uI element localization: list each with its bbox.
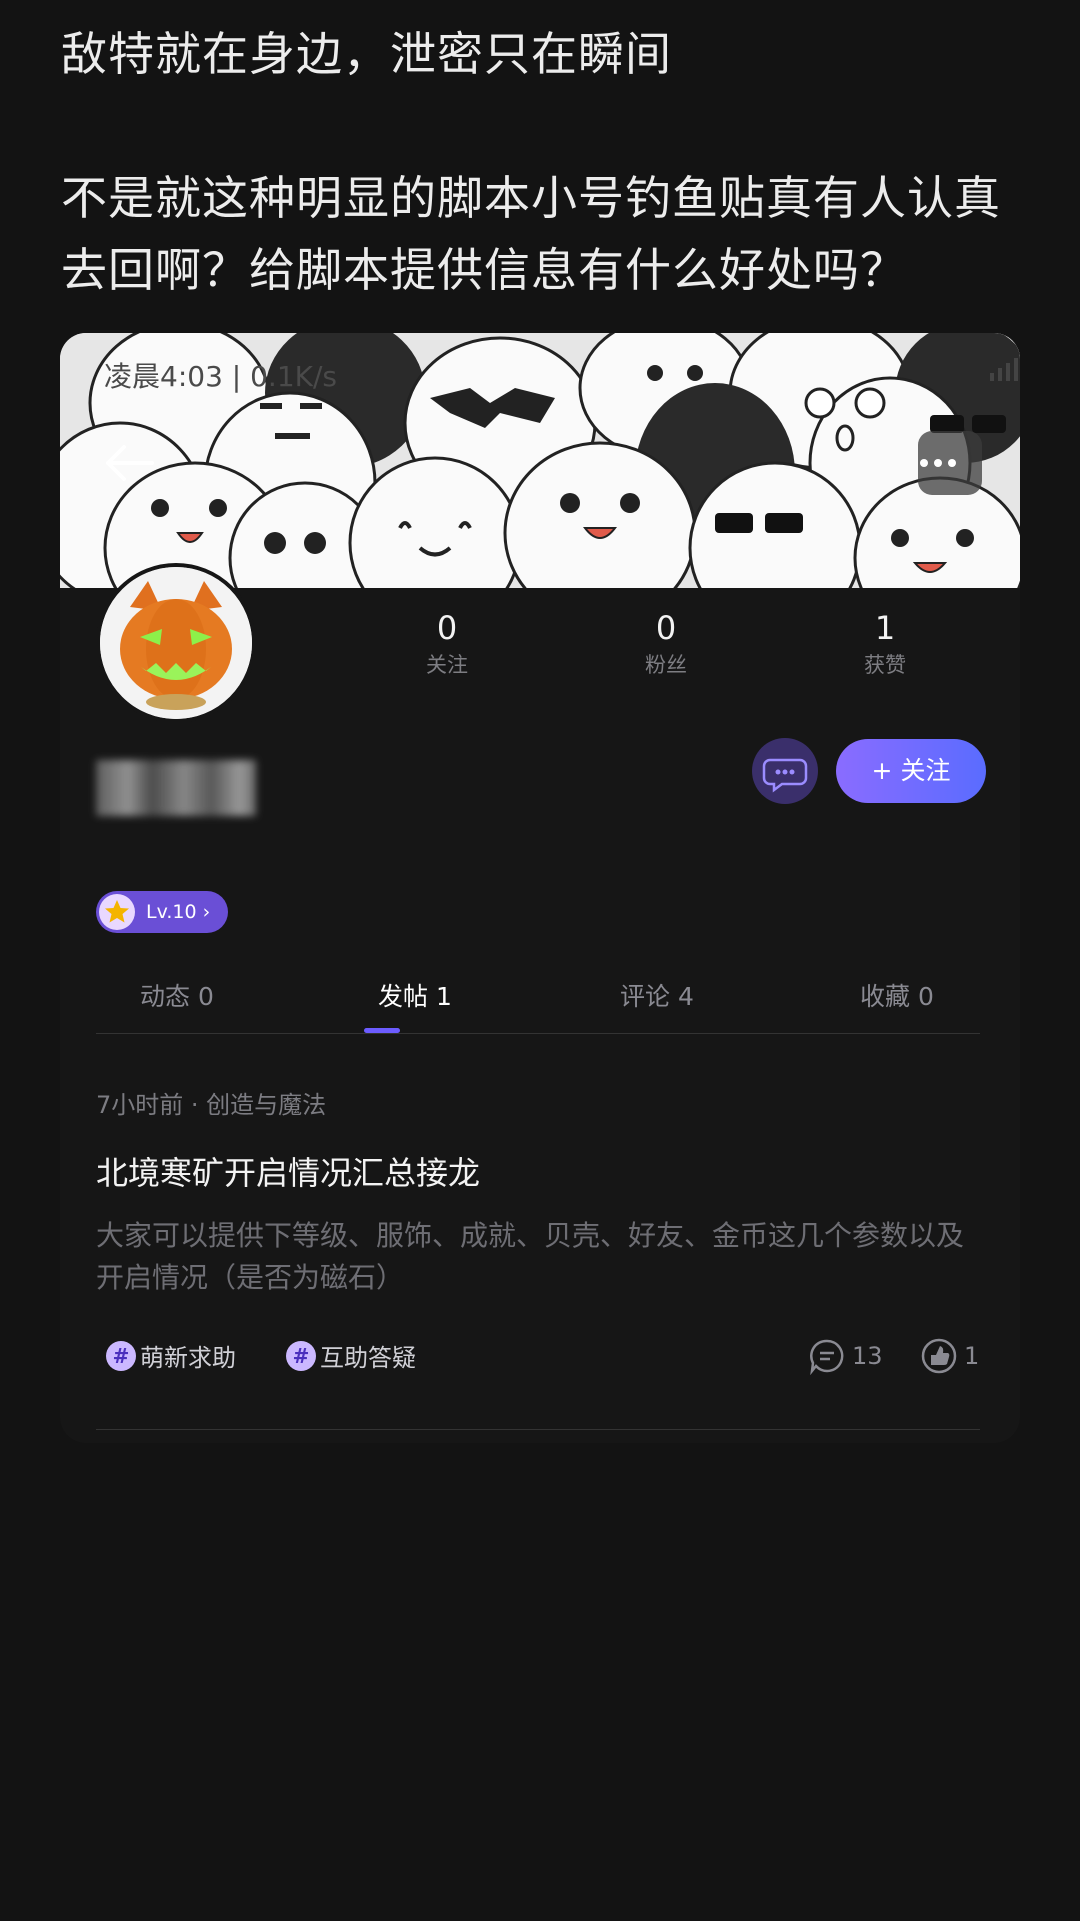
chat-bubble-icon xyxy=(762,758,808,793)
tag-label: 互助答疑 xyxy=(320,1344,416,1372)
tag-label: 萌新求助 xyxy=(140,1344,236,1372)
post-line-2: 不是就这种明显的脚本小号钓鱼贴真有人认真去回啊？给脚本提供信息有什么好处吗？ xyxy=(61,171,1001,297)
level-star-icon xyxy=(99,894,135,930)
tab-activity[interactable]: 动态 0 xyxy=(140,977,214,1013)
level-badge[interactable]: Lv.10 › xyxy=(96,891,228,933)
hashtag-icon: # xyxy=(106,1340,136,1371)
more-dots-icon xyxy=(920,459,956,467)
message-button[interactable] xyxy=(752,738,818,804)
stat-following-value: 0 xyxy=(436,609,458,647)
screenshot-image[interactable]: 凌晨4:03 | 0.1K/s 0 关注 0 粉丝 1 获赞 + 关注 Lv.1… xyxy=(60,333,1020,1443)
pumpkin-cat-avatar-icon xyxy=(100,567,252,719)
tag-mutual-qa[interactable]: # 互助答疑 xyxy=(286,1338,416,1378)
stat-likes-label: 获赞 xyxy=(864,653,906,677)
profile-tabs: 动态 0 发帖 1 评论 4 收藏 0 xyxy=(96,963,980,1034)
post-title[interactable]: 北境寒矿开启情况汇总接龙 xyxy=(96,1148,480,1194)
follow-button[interactable]: + 关注 xyxy=(836,739,986,803)
tag-newbie-help[interactable]: # 萌新求助 xyxy=(106,1338,236,1378)
stat-following[interactable]: 0 关注 xyxy=(387,608,507,682)
profile-banner: 凌晨4:03 | 0.1K/s xyxy=(60,333,1020,588)
stat-followers-value: 0 xyxy=(655,609,677,647)
like-action[interactable]: 1 xyxy=(920,1337,979,1375)
hashtag-icon: # xyxy=(286,1340,316,1371)
post-body[interactable]: 大家可以提供下等级、服饰、成就、贝壳、好友、金币这几个参数以及开启情况（是否为磁… xyxy=(96,1215,976,1299)
post-line-1: 敌特就在身边，泄密只在瞬间 xyxy=(61,27,672,81)
stat-likes-value: 1 xyxy=(874,609,896,647)
tab-comments[interactable]: 评论 4 xyxy=(620,977,694,1013)
signal-wifi-battery-icon xyxy=(990,358,1018,381)
level-label: Lv.10 › xyxy=(146,901,211,923)
divider xyxy=(96,1429,980,1430)
avatar[interactable] xyxy=(96,563,256,723)
comment-count: 13 xyxy=(852,1342,883,1370)
comment-action[interactable]: 13 xyxy=(808,1337,883,1376)
stat-following-label: 关注 xyxy=(426,653,468,677)
tab-favorites[interactable]: 收藏 0 xyxy=(860,977,934,1013)
tab-posts[interactable]: 发帖 1 xyxy=(378,977,452,1013)
like-icon xyxy=(921,1338,957,1374)
back-arrow-icon[interactable] xyxy=(104,443,164,487)
stat-likes[interactable]: 1 获赞 xyxy=(825,608,945,682)
stat-followers[interactable]: 0 粉丝 xyxy=(606,608,726,682)
status-time: 凌晨4:03 | 0.1K/s xyxy=(104,360,338,393)
active-tab-indicator xyxy=(364,1028,400,1033)
post-meta: 7小时前 · 创造与魔法 xyxy=(96,1091,327,1119)
comment-icon xyxy=(810,1339,844,1376)
post-text: 敌特就在身边，泄密只在瞬间 不是就这种明显的脚本小号钓鱼贴真有人认真去回啊？给脚… xyxy=(61,18,1031,306)
stat-followers-label: 粉丝 xyxy=(645,653,687,677)
username-redacted xyxy=(96,760,256,816)
more-options-button[interactable] xyxy=(918,431,982,495)
like-count: 1 xyxy=(964,1342,980,1370)
